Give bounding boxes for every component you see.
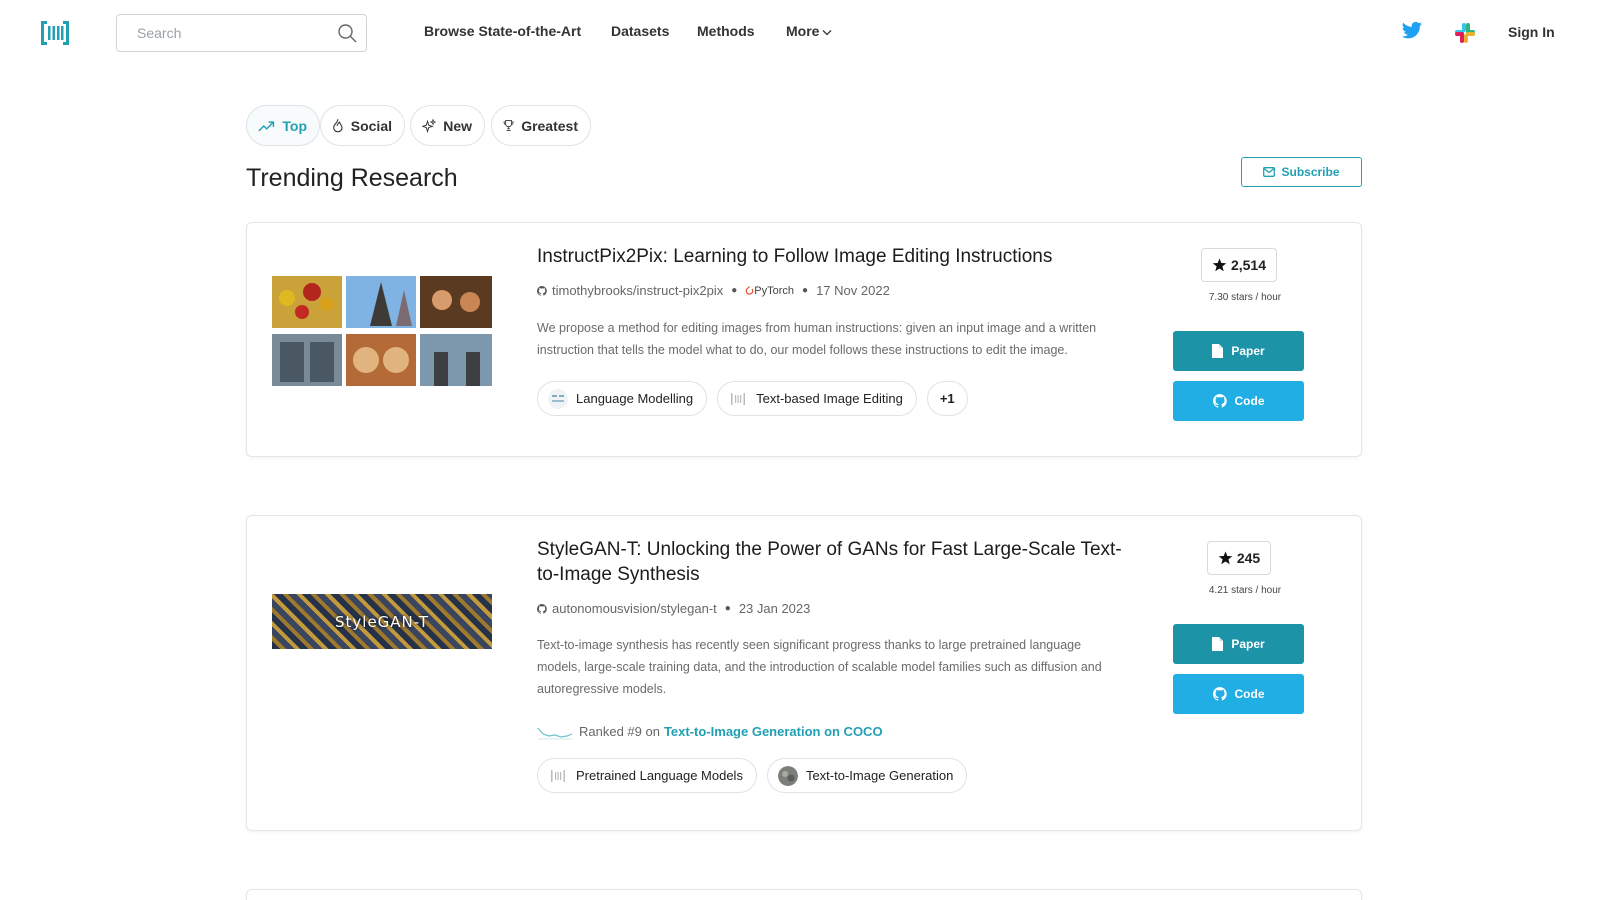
- thumbnail-text: StyleGAN-T: [335, 612, 429, 631]
- github-icon: [537, 285, 547, 296]
- task-thumbnail-icon: [777, 765, 798, 786]
- repo-link[interactable]: autonomousvision/stylegan-t: [552, 601, 717, 616]
- chevron-down-icon: [822, 29, 832, 36]
- filter-social-label: Social: [350, 117, 392, 134]
- paper-card: StyleGAN-T StyleGAN-T: Unlocking the Pow…: [246, 515, 1362, 831]
- filter-new-label: New: [443, 117, 472, 134]
- filter-greatest-label: Greatest: [521, 117, 578, 134]
- code-button[interactable]: Code: [1173, 674, 1304, 714]
- tag-label: Text-to-Image Generation: [805, 768, 954, 783]
- file-icon: [1212, 344, 1224, 358]
- filter-social[interactable]: Social: [320, 105, 405, 146]
- tag-label: Pretrained Language Models: [576, 768, 743, 783]
- paper-tags: Pretrained Language Models Text-to-Image…: [537, 758, 977, 793]
- task-placeholder-icon: [551, 769, 565, 782]
- tag-language-modelling[interactable]: Language Modelling: [537, 381, 708, 416]
- task-thumbnail-icon: [548, 388, 568, 409]
- nav-browse-sota[interactable]: Browse State-of-the-Art: [424, 23, 581, 39]
- file-icon: [1212, 637, 1224, 651]
- framework-label: PyTorch: [754, 284, 795, 297]
- paper-button-label: Paper: [1231, 637, 1265, 651]
- paper-meta: autonomousvision/stylegan-t ● 23 Jan 202…: [537, 601, 810, 616]
- github-icon: [1212, 687, 1227, 701]
- twitter-icon[interactable]: [1401, 21, 1423, 41]
- stars-per-hour: 4.21 stars / hour: [1208, 585, 1282, 596]
- paper-title[interactable]: StyleGAN-T: Unlocking the Power of GANs …: [537, 537, 1127, 587]
- paper-button[interactable]: Paper: [1173, 331, 1304, 371]
- github-icon: [537, 603, 547, 614]
- separator-dot: ●: [802, 285, 809, 296]
- subscribe-label: Subscribe: [1281, 165, 1340, 179]
- filter-greatest[interactable]: Greatest: [491, 105, 591, 146]
- star-icon: [1212, 258, 1227, 272]
- paper-title[interactable]: InstructPix2Pix: Learning to Follow Imag…: [537, 244, 1127, 269]
- pytorch-badge: PyTorch: [745, 285, 794, 297]
- stars-per-hour: 7.30 stars / hour: [1208, 292, 1282, 303]
- paper-card: InstructPix2Pix: Learning to Follow Imag…: [246, 222, 1362, 457]
- ranking-info: Ranked #9 on Text-to-Image Generation on…: [537, 722, 883, 740]
- flame-icon: [333, 119, 343, 133]
- nav-methods[interactable]: Methods: [697, 23, 755, 39]
- paper-abstract: We propose a method for editing images f…: [537, 321, 1097, 357]
- subscribe-button[interactable]: Subscribe: [1241, 157, 1362, 187]
- tag-text-to-image-generation[interactable]: Text-to-Image Generation: [766, 758, 968, 793]
- star-icon: [1218, 551, 1233, 565]
- code-button-label: Code: [1234, 687, 1265, 701]
- code-button[interactable]: Code: [1173, 381, 1304, 421]
- leaderboard-link[interactable]: Text-to-Image Generation on COCO: [664, 724, 883, 739]
- ranked-prefix: Ranked #9 on: [579, 723, 660, 739]
- tag-pretrained-language-models[interactable]: Pretrained Language Models: [537, 758, 757, 793]
- filter-top-label: Top: [282, 117, 307, 134]
- paper-thumbnail[interactable]: StyleGAN-T: [272, 594, 492, 649]
- pytorch-icon: [746, 285, 754, 295]
- paper-button-label: Paper: [1231, 344, 1265, 358]
- tag-label: Language Modelling: [576, 391, 694, 406]
- paper-abstract: Text-to-image synthesis has recently see…: [537, 638, 1102, 696]
- search-icon[interactable]: [337, 23, 357, 43]
- star-count-badge[interactable]: 245: [1207, 541, 1271, 575]
- navbar: Browse State-of-the-Art Datasets Methods…: [0, 0, 1600, 66]
- paper-date: 23 Jan 2023: [738, 601, 811, 616]
- filter-top[interactable]: Top: [246, 105, 320, 146]
- filter-new[interactable]: New: [410, 105, 485, 146]
- paper-meta: timothybrooks/instruct-pix2pix ● PyTorch…: [537, 283, 890, 298]
- github-icon: [1212, 394, 1227, 408]
- paper-card: [246, 889, 1362, 900]
- paper-thumbnail[interactable]: [272, 270, 492, 386]
- nav-more-label: More: [786, 23, 820, 39]
- tag-text-based-image-editing[interactable]: Text-based Image Editing: [717, 381, 917, 416]
- slack-icon[interactable]: [1454, 22, 1476, 44]
- paper-button[interactable]: Paper: [1173, 624, 1304, 664]
- nav-more-dropdown[interactable]: More: [786, 23, 832, 39]
- tag-label: Text-based Image Editing: [756, 391, 903, 406]
- search-input[interactable]: [117, 15, 327, 51]
- sparkline-icon: [537, 727, 573, 740]
- repo-link[interactable]: timothybrooks/instruct-pix2pix: [552, 283, 723, 298]
- task-placeholder-icon: [731, 392, 746, 405]
- search-box: [116, 14, 367, 52]
- star-count-badge[interactable]: 2,514: [1201, 248, 1277, 282]
- nav-datasets[interactable]: Datasets: [611, 23, 669, 39]
- code-button-label: Code: [1234, 394, 1265, 408]
- star-count: 2,514: [1230, 257, 1267, 273]
- tag-more-label: +1: [939, 391, 955, 406]
- trophy-icon: [503, 120, 514, 131]
- papers-with-code-logo[interactable]: [40, 20, 70, 46]
- separator-dot: ●: [724, 603, 731, 614]
- paper-tags: Language Modelling Text-based Image Edit…: [537, 381, 978, 416]
- separator-dot: ●: [731, 285, 738, 296]
- envelope-icon: [1263, 167, 1276, 177]
- star-count: 245: [1236, 550, 1261, 566]
- page-title: Trending Research: [246, 164, 458, 192]
- tag-more-button[interactable]: +1: [926, 381, 968, 416]
- sparkles-icon: [422, 118, 437, 133]
- paper-date: 17 Nov 2022: [816, 283, 890, 298]
- sign-in-link[interactable]: Sign In: [1508, 24, 1555, 40]
- trending-up-icon: [258, 120, 275, 131]
